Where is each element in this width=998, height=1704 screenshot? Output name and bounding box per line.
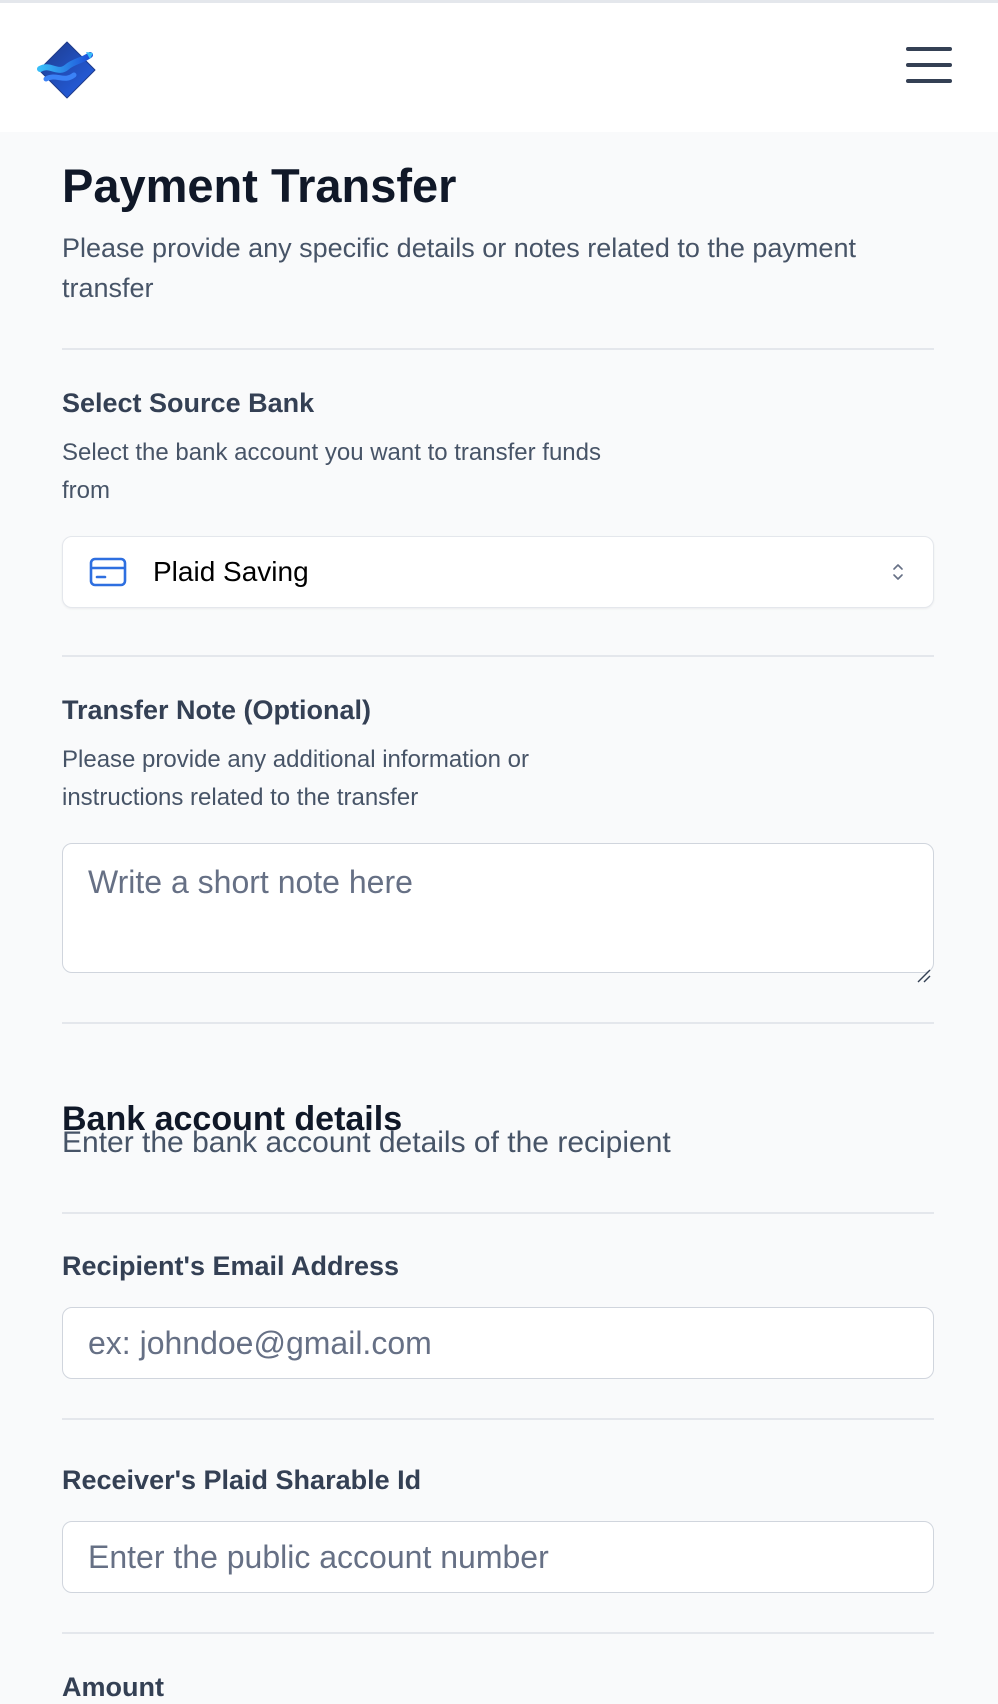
source-bank-selected-value: Plaid Saving xyxy=(153,556,309,587)
sharable-id-label: Receiver's Plaid Sharable Id xyxy=(62,1465,422,1495)
source-bank-label: Select Source Bank xyxy=(62,388,315,418)
page-subtitle: Please provide any specific details or n… xyxy=(62,233,856,303)
sharable-id-input[interactable]: Enter the public account number xyxy=(62,1521,934,1593)
divider xyxy=(62,1212,934,1214)
recipient-email-placeholder: ex: johndoe@gmail.com xyxy=(88,1325,432,1361)
amount-label: Amount xyxy=(62,1672,164,1702)
source-bank-help: Select the bank account you want to tran… xyxy=(62,439,601,504)
sharable-id-placeholder: Enter the public account number xyxy=(88,1539,549,1575)
hamburger-menu-icon[interactable] xyxy=(898,41,958,89)
divider xyxy=(62,1418,934,1420)
recipient-email-label: Recipient's Email Address xyxy=(62,1251,400,1281)
bank-details-description: Enter the bank account details of the re… xyxy=(62,1126,671,1159)
resize-handle-icon[interactable] xyxy=(915,954,931,983)
logo-graphic xyxy=(37,41,96,99)
hamburger-glyph xyxy=(906,47,952,83)
recipient-email-input[interactable]: ex: johndoe@gmail.com xyxy=(62,1307,934,1379)
divider xyxy=(62,348,934,350)
transfer-note-help: Please provide any additional informatio… xyxy=(62,746,529,811)
credit-card-icon xyxy=(89,557,127,587)
mobile-header xyxy=(0,3,998,132)
divider xyxy=(62,1632,934,1634)
chevron-up-down-icon xyxy=(891,562,905,582)
transfer-note-textarea[interactable]: Write a short note here xyxy=(62,843,934,983)
source-bank-select[interactable]: Plaid Saving xyxy=(62,536,934,608)
app-logo-icon[interactable] xyxy=(36,39,98,101)
divider xyxy=(62,1022,934,1024)
transfer-note-label: Transfer Note (Optional) xyxy=(62,695,372,725)
divider xyxy=(62,655,934,657)
page-title: Payment Transfer xyxy=(62,159,457,212)
transfer-note-placeholder: Write a short note here xyxy=(88,864,413,900)
